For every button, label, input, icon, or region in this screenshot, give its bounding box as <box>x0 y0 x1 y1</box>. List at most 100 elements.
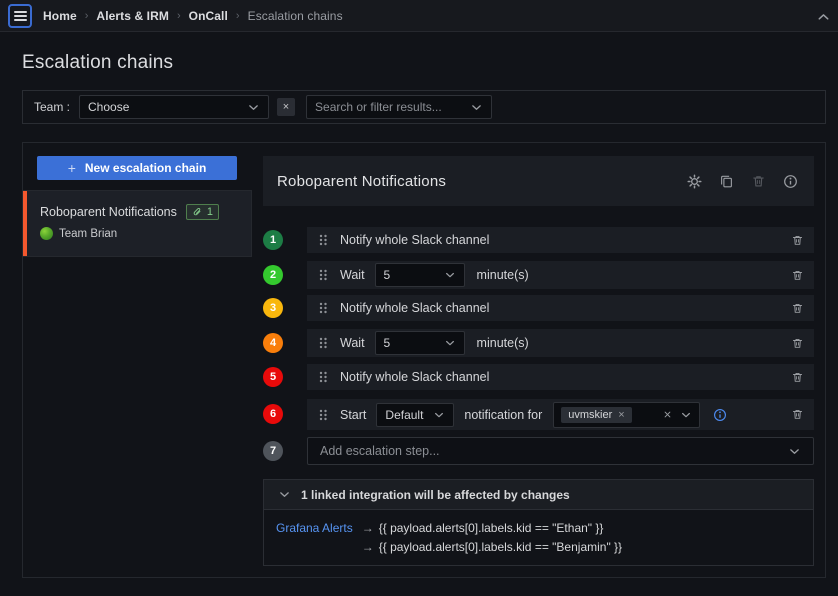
step-number-badge: 6 <box>263 404 283 424</box>
clear-selection-icon[interactable] <box>662 409 673 420</box>
clear-team-filter-button[interactable]: × <box>277 98 295 116</box>
top-navigation-bar: Home › Alerts & IRM › OnCall › Escalatio… <box>0 0 838 32</box>
trash-icon[interactable] <box>749 172 768 191</box>
drag-handle-icon[interactable] <box>319 371 328 383</box>
delete-step-button[interactable] <box>791 371 804 384</box>
chevron-down-icon[interactable] <box>680 409 692 421</box>
drag-handle-icon[interactable] <box>319 269 328 281</box>
add-escalation-step-select[interactable]: Add escalation step... <box>307 437 814 465</box>
chain-title-row: Roboparent Notifications 1 <box>23 191 251 220</box>
escalation-chains-page: Home › Alerts & IRM › OnCall › Escalatio… <box>0 0 838 596</box>
step-number-badge: 5 <box>263 367 283 387</box>
breadcrumb-current-page: Escalation chains <box>248 9 343 23</box>
info-icon[interactable] <box>713 408 727 422</box>
notify-users-select[interactable]: uvmskier × <box>553 402 700 428</box>
arrow-icon: → <box>362 540 374 554</box>
escalation-step-row: Notify whole Slack channel <box>307 364 814 390</box>
wait-duration-select[interactable]: 5 <box>375 263 465 287</box>
step-action-label: Notify whole Slack channel <box>340 233 489 247</box>
delete-step-button[interactable] <box>791 302 804 315</box>
delete-step-button[interactable] <box>791 337 804 350</box>
info-icon[interactable] <box>781 172 800 191</box>
breadcrumb-separator: › <box>169 10 189 22</box>
escalation-step-row: Start Default notification for uvmskier … <box>307 399 814 430</box>
new-chain-button-label: New escalation chain <box>85 161 206 175</box>
step-number-badge: 2 <box>263 265 283 285</box>
delete-step-button[interactable] <box>791 408 804 421</box>
chain-team-row: Team Brian <box>23 220 251 240</box>
step-number-badge: 3 <box>263 298 283 318</box>
breadcrumb-separator: › <box>77 10 97 22</box>
filter-bar: Team : Choose × Search or filter results… <box>22 90 826 124</box>
route-template: {{ payload.alerts[0].labels.kid == "Etha… <box>379 521 604 535</box>
step-unit-label: minute(s) <box>477 336 529 350</box>
drag-handle-icon[interactable] <box>319 409 328 421</box>
route-list: → {{ payload.alerts[0].labels.kid == "Et… <box>362 521 622 554</box>
chevron-down-icon <box>444 337 456 349</box>
team-avatar <box>40 227 53 240</box>
user-chip-label: uvmskier <box>568 409 612 421</box>
team-name: Team Brian <box>59 228 117 240</box>
chevron-down-icon <box>433 409 445 421</box>
chevron-down-icon <box>278 488 291 501</box>
route-expression: → {{ payload.alerts[0].labels.kid == "Et… <box>362 521 622 535</box>
breadcrumb-alerts-irm[interactable]: Alerts & IRM <box>96 9 169 23</box>
route-template: {{ payload.alerts[0].labels.kid == "Benj… <box>379 540 622 554</box>
drag-handle-icon[interactable] <box>319 337 328 349</box>
escalation-chains-container: + New escalation chain Roboparent Notifi… <box>22 142 826 578</box>
select-value: 5 <box>384 336 391 350</box>
breadcrumb-home[interactable]: Home <box>43 9 77 23</box>
settings-gear-icon[interactable] <box>685 172 704 191</box>
linked-integrations-body: Grafana Alerts → {{ payload.alerts[0].la… <box>264 510 813 554</box>
team-select-value: Choose <box>88 100 129 114</box>
copy-icon[interactable] <box>717 172 736 191</box>
chevron-down-icon <box>788 445 801 458</box>
user-chip: uvmskier × <box>561 407 631 423</box>
team-filter-label: Team : <box>34 100 70 114</box>
wait-duration-select[interactable]: 5 <box>375 331 465 355</box>
linked-integrations-panel: 1 linked integration will be affected by… <box>263 479 814 566</box>
add-step-placeholder: Add escalation step... <box>320 444 440 458</box>
multiselect-controls <box>662 409 692 421</box>
chain-detail-header: Roboparent Notifications <box>263 156 814 206</box>
paperclip-icon <box>192 207 203 218</box>
chain-name: Roboparent Notifications <box>40 205 177 219</box>
team-select[interactable]: Choose <box>79 95 269 119</box>
step-action-label: Wait <box>340 268 365 282</box>
chevron-down-icon <box>444 269 456 281</box>
selected-accent-bar <box>23 191 27 256</box>
integration-link[interactable]: Grafana Alerts <box>276 521 353 554</box>
breadcrumb: Home › Alerts & IRM › OnCall › Escalatio… <box>43 9 343 23</box>
search-filter-select[interactable]: Search or filter results... <box>306 95 492 119</box>
chain-detail-title: Roboparent Notifications <box>277 173 446 190</box>
delete-step-button[interactable] <box>791 269 804 282</box>
delete-step-button[interactable] <box>791 234 804 247</box>
chain-list-item-selected[interactable]: Roboparent Notifications 1 Team Brian <box>23 190 252 257</box>
drag-handle-icon[interactable] <box>319 234 328 246</box>
escalation-step-row: Notify whole Slack channel <box>307 227 814 253</box>
menu-hamburger-button[interactable] <box>8 4 32 28</box>
select-value: Default <box>385 408 423 422</box>
breadcrumb-oncall[interactable]: OnCall <box>189 9 228 23</box>
new-escalation-chain-button[interactable]: + New escalation chain <box>37 156 237 180</box>
arrow-icon: → <box>362 521 374 535</box>
breadcrumb-separator: › <box>228 10 248 22</box>
chevron-down-icon <box>470 101 483 114</box>
chevron-up-icon[interactable] <box>816 9 831 29</box>
drag-handle-icon[interactable] <box>319 302 328 314</box>
escalation-step-row: Wait 5 minute(s) <box>307 329 814 357</box>
chevron-down-icon <box>247 101 260 114</box>
route-expression: → {{ payload.alerts[0].labels.kid == "Be… <box>362 540 622 554</box>
search-placeholder: Search or filter results... <box>315 100 442 114</box>
linked-integrations-header[interactable]: 1 linked integration will be affected by… <box>264 480 813 510</box>
step-unit-label: minute(s) <box>477 268 529 282</box>
step-action-label: Start <box>340 408 366 422</box>
notification-policy-select[interactable]: Default <box>376 403 454 427</box>
page-title: Escalation chains <box>22 52 173 74</box>
remove-user-icon[interactable]: × <box>618 409 624 421</box>
linked-integrations-title: 1 linked integration will be affected by… <box>301 488 570 502</box>
step-number-badge: 1 <box>263 230 283 250</box>
plus-icon: + <box>68 160 76 176</box>
step-number-badge: 4 <box>263 333 283 353</box>
escalation-step-row: Wait 5 minute(s) <box>307 261 814 289</box>
